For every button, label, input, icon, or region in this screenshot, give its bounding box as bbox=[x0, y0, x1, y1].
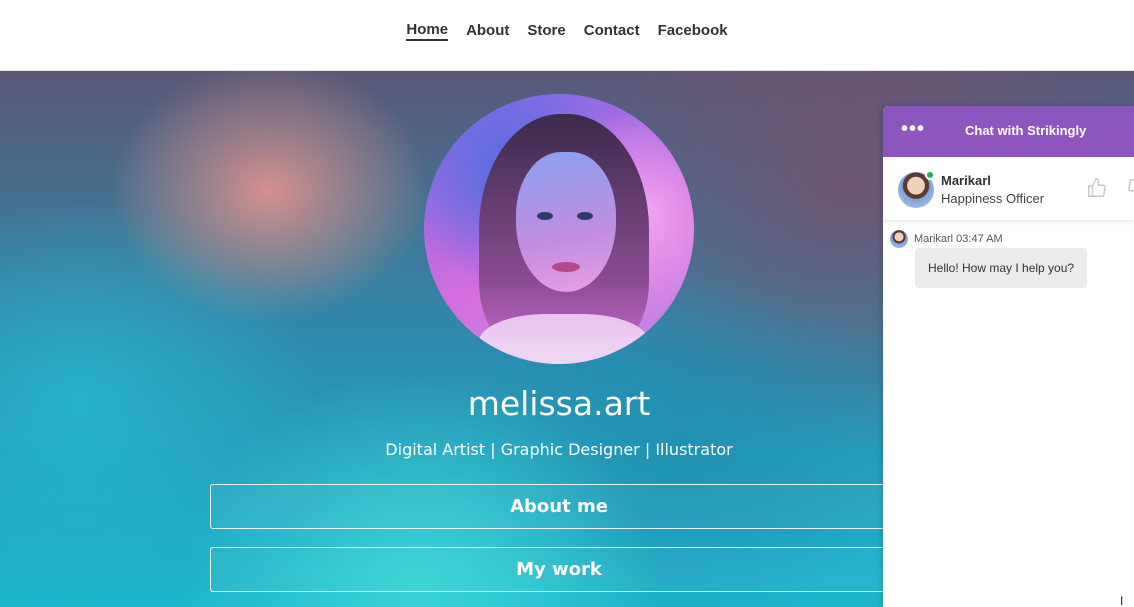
chat-widget: ••• Chat with Strikingly Marikarl Happin… bbox=[883, 106, 1134, 607]
nav-link-home[interactable]: Home bbox=[406, 21, 449, 41]
profile-photo bbox=[424, 94, 694, 364]
thumbs-up-icon[interactable] bbox=[1086, 177, 1108, 199]
nav-link-about[interactable]: About bbox=[466, 22, 509, 41]
message-sender-time: Marikarl 03:47 AM bbox=[914, 233, 1003, 245]
chat-header: ••• Chat with Strikingly bbox=[883, 106, 1134, 157]
nav-link-store[interactable]: Store bbox=[527, 22, 565, 41]
text-cursor-icon: I bbox=[1120, 594, 1124, 607]
my-work-button[interactable]: My work bbox=[210, 547, 908, 592]
agent-role: Happiness Officer bbox=[941, 191, 1045, 206]
profile-photo-shirt bbox=[479, 314, 649, 364]
nav-link-contact[interactable]: Contact bbox=[584, 22, 640, 41]
profile-photo-eye-right bbox=[577, 212, 593, 220]
nav-link-facebook[interactable]: Facebook bbox=[658, 22, 728, 41]
online-status-indicator bbox=[925, 170, 935, 180]
thumbs-down-icon[interactable] bbox=[1126, 177, 1134, 199]
message-bubble: Hello! How may I help you? bbox=[915, 248, 1088, 288]
about-me-button[interactable]: About me bbox=[210, 484, 908, 529]
message-sender-avatar bbox=[890, 230, 908, 248]
message-meta: Marikarl 03:47 AM bbox=[890, 230, 1003, 248]
top-navigation: Home About Store Contact Facebook bbox=[0, 0, 1134, 71]
agent-name: Marikarl bbox=[941, 173, 991, 188]
more-options-icon[interactable]: ••• bbox=[901, 119, 925, 139]
profile-photo-lips bbox=[552, 262, 580, 272]
profile-photo-eye-left bbox=[537, 212, 553, 220]
agent-info: Marikarl Happiness Officer bbox=[883, 157, 1134, 221]
chat-header-title: Chat with Strikingly bbox=[965, 123, 1087, 138]
